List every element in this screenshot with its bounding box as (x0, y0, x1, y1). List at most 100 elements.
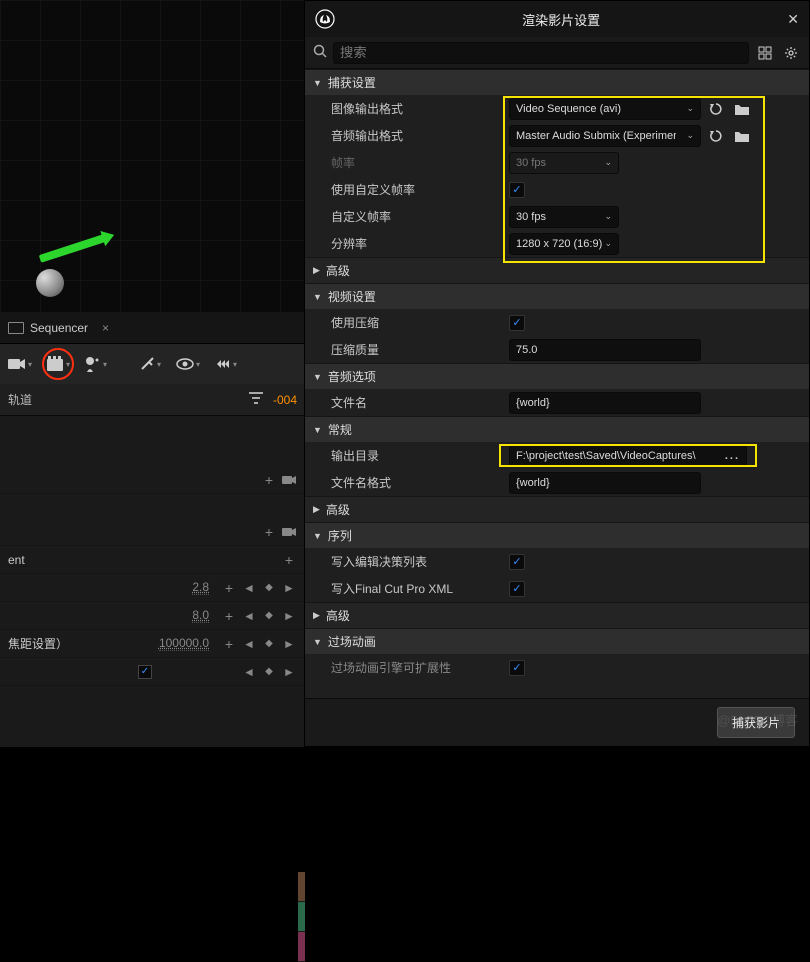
filename-audio-field[interactable]: {world} (509, 392, 701, 414)
dropdown-value: 30 fps (516, 211, 546, 223)
track-checkbox[interactable]: ✓ (138, 665, 152, 679)
camera-small-icon[interactable] (281, 524, 297, 540)
track-value[interactable]: 2.8 (192, 580, 209, 595)
chevron-down-icon: ⌄ (604, 157, 612, 168)
prop-framerate: 帧率 30 fps ⌄ (305, 149, 809, 176)
next-key-icon[interactable]: ► (281, 608, 297, 624)
prop-label: 写入Final Cut Pro XML (331, 580, 501, 597)
track-row[interactable]: + (0, 518, 305, 546)
section-sequence[interactable]: ▼ 序列 (305, 522, 809, 548)
section-advanced-1[interactable]: ▶ 高级 (305, 257, 809, 283)
compression-quality-field[interactable]: 75.0 (509, 339, 701, 361)
track-row-aperture[interactable]: 2.8 + ◄ ◆ ► (0, 574, 305, 602)
prop-output-dir: 输出目录 F:\project\test\Saved\VideoCaptures… (305, 442, 809, 469)
capture-movie-button[interactable]: 捕获影片 (717, 707, 795, 738)
section-video[interactable]: ▼ 视频设置 (305, 283, 809, 309)
prop-label: 自定义帧率 (331, 208, 501, 225)
playback-button[interactable]: ▾ (214, 352, 238, 376)
close-icon[interactable]: ✕ (787, 11, 799, 28)
browse-folder-icon[interactable] (731, 98, 753, 120)
viewport-3d[interactable] (0, 0, 304, 312)
track-row-check[interactable]: ✓ ◄ ◆ ► (0, 658, 305, 686)
next-key-icon[interactable]: ► (281, 636, 297, 652)
prev-key-icon[interactable]: ◄ (241, 580, 257, 596)
section-label: 过场动画 (328, 633, 376, 650)
add-key-icon[interactable]: ◆ (261, 636, 277, 652)
section-cinematic[interactable]: ▼ 过场动画 (305, 628, 809, 654)
write-edl-checkbox[interactable]: ✓ (509, 554, 525, 570)
current-time-value[interactable]: -004 (273, 393, 297, 407)
prop-filename-format: 文件名格式 {world} (305, 469, 809, 496)
reset-icon[interactable] (705, 125, 727, 147)
director-button[interactable]: ▾ (84, 352, 108, 376)
section-advanced-3[interactable]: ▶ 高级 (305, 602, 809, 628)
add-key-icon[interactable]: ◆ (261, 608, 277, 624)
plus-icon[interactable]: + (261, 472, 277, 488)
footer: 捕获影片 (305, 698, 809, 746)
render-movie-button[interactable]: ▾ (46, 352, 70, 376)
prev-key-icon[interactable]: ◄ (241, 608, 257, 624)
sequencer-tab[interactable]: Sequencer × (0, 312, 305, 344)
actions-button[interactable]: ▾ (138, 352, 162, 376)
prev-key-icon[interactable]: ◄ (241, 664, 257, 680)
use-custom-rate-checkbox[interactable]: ✓ (509, 182, 525, 198)
plus-icon[interactable]: + (281, 552, 297, 568)
search-input[interactable] (333, 42, 749, 64)
titlebar: 渲染影片设置 ✕ (305, 1, 809, 37)
dropdown-value: Master Audio Submix (Experimer (516, 130, 676, 142)
grid-view-icon[interactable] (755, 43, 775, 63)
section-advanced-2[interactable]: ▶ 高级 (305, 496, 809, 522)
prop-compression-quality: 压缩质量 75.0 (305, 336, 809, 363)
audio-format-dropdown[interactable]: Master Audio Submix (Experimer ⌄ (509, 125, 701, 147)
render-settings-panel: 渲染影片设置 ✕ ▼ 捕获设置 图像输出格式 Video Sequence ( (304, 0, 810, 747)
gizmo-origin-icon (36, 269, 64, 297)
next-key-icon[interactable]: ► (281, 580, 297, 596)
filename-format-field[interactable]: {world} (509, 472, 701, 494)
filter-icon[interactable] (249, 392, 263, 407)
section-capture[interactable]: ▼ 捕获设置 (305, 69, 809, 95)
section-label: 常规 (328, 421, 352, 438)
camera-small-icon[interactable] (281, 472, 297, 488)
panel-title: 渲染影片设置 (345, 10, 777, 29)
section-general[interactable]: ▼ 常规 (305, 416, 809, 442)
browse-button[interactable]: ... (725, 450, 740, 462)
prop-write-fcp: 写入Final Cut Pro XML ✓ (305, 575, 809, 602)
section-audio[interactable]: ▼ 音频选项 (305, 363, 809, 389)
prev-key-icon[interactable]: ◄ (241, 636, 257, 652)
camera-record-button[interactable]: ▾ (8, 352, 32, 376)
reset-icon[interactable] (705, 98, 727, 120)
write-fcp-checkbox[interactable]: ✓ (509, 581, 525, 597)
section-label: 高级 (326, 262, 350, 279)
chevron-down-icon: ▼ (313, 372, 322, 382)
close-icon[interactable]: × (102, 321, 109, 335)
resolution-dropdown[interactable]: 1280 x 720 (16:9) ⌄ (509, 233, 619, 255)
track-row-focal[interactable]: 8.0 + ◄ ◆ ► (0, 602, 305, 630)
add-key-icon[interactable]: ◆ (261, 664, 277, 680)
output-dir-field[interactable]: F:\project\test\Saved\VideoCaptures\ ... (509, 445, 747, 467)
plus-icon[interactable]: + (221, 636, 237, 652)
prop-label: 图像输出格式 (331, 100, 501, 117)
use-compression-checkbox[interactable]: ✓ (509, 315, 525, 331)
track-value[interactable]: 8.0 (192, 608, 209, 623)
dropdown-value: 30 fps (516, 157, 546, 169)
track-row-ent[interactable]: ent + (0, 546, 305, 574)
custom-rate-dropdown[interactable]: 30 fps ⌄ (509, 206, 619, 228)
prop-label: 音频输出格式 (331, 127, 501, 144)
image-format-dropdown[interactable]: Video Sequence (avi) ⌄ (509, 98, 701, 120)
track-row-focus[interactable]: 焦距设置） 100000.0 + ◄ ◆ ► (0, 630, 305, 658)
plus-icon[interactable]: + (261, 524, 277, 540)
field-value: {world} (516, 477, 550, 489)
chevron-right-icon: ▶ (313, 265, 320, 276)
prop-label: 压缩质量 (331, 341, 501, 358)
view-button[interactable]: ▾ (176, 352, 200, 376)
track-value[interactable]: 100000.0 (159, 636, 209, 651)
track-row[interactable]: + (0, 466, 305, 494)
browse-folder-icon[interactable] (731, 125, 753, 147)
settings-gear-icon[interactable] (781, 43, 801, 63)
plus-icon[interactable]: + (221, 580, 237, 596)
plus-icon[interactable]: + (221, 608, 237, 624)
next-key-icon[interactable]: ► (281, 664, 297, 680)
cinematic-ext-checkbox[interactable]: ✓ (509, 660, 525, 676)
add-key-icon[interactable]: ◆ (261, 580, 277, 596)
settings-content: ▼ 捕获设置 图像输出格式 Video Sequence (avi) ⌄ 音频输… (305, 69, 809, 698)
